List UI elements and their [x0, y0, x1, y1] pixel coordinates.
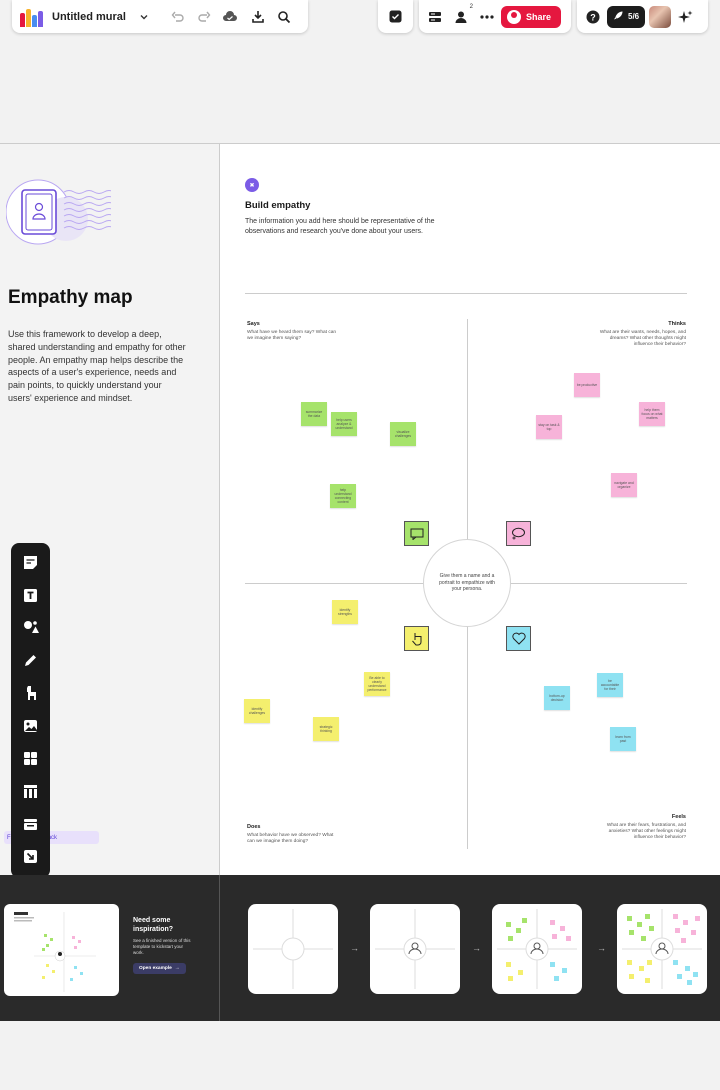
share-user-icon [507, 9, 521, 24]
tablet-illustration [6, 179, 111, 245]
sticky-note[interactable]: help understand connecting content [330, 484, 356, 508]
image-icon[interactable] [19, 715, 43, 738]
rocket-icon [613, 10, 624, 23]
more-icon[interactable] [477, 7, 497, 27]
members-icon[interactable]: 2 [451, 3, 473, 27]
page-title: Empathy map [8, 287, 133, 308]
undo-icon[interactable] [168, 7, 188, 27]
svg-text:?: ? [590, 12, 596, 22]
cloud-saved-icon[interactable] [220, 7, 240, 27]
sticky-note[interactable]: stay on task & top [536, 415, 562, 439]
thinks-label: Thinks [668, 321, 686, 327]
sticky-note[interactable]: identify strengths [332, 600, 358, 624]
sticky-note-icon[interactable] [19, 551, 43, 574]
pen-icon[interactable] [19, 649, 43, 672]
step-thumbnail-4[interactable] [617, 904, 707, 994]
area-icon[interactable] [19, 813, 43, 836]
example-thumbnail[interactable] [4, 904, 119, 996]
does-label: Does [247, 824, 261, 830]
sticky-note[interactable]: navigate and organize [611, 473, 637, 497]
arrow-right-icon: → [350, 943, 359, 953]
sticky-note[interactable]: strategic thinking [313, 717, 339, 741]
persona-circle[interactable]: Give them a name and a portrait to empat… [423, 539, 511, 627]
share-label: Share [526, 11, 552, 22]
sticky-note[interactable]: Be able to clearly understand performanc… [364, 672, 390, 696]
step-thumbnail-1[interactable] [248, 904, 338, 994]
sticky-note[interactable]: be productive [574, 373, 600, 397]
step-thumbnail-2[interactable] [370, 904, 460, 994]
sticky-note[interactable]: bottom-up decision [544, 686, 570, 710]
help-icon[interactable]: ? [583, 7, 603, 27]
step-thumbnail-3[interactable] [492, 904, 582, 994]
sticky-note[interactable]: learn from past [610, 727, 636, 751]
step-badge: ✖ [245, 178, 259, 192]
share-button[interactable]: Share [501, 5, 562, 28]
feels-description: What are their fears, frustrations, and … [606, 823, 686, 840]
feels-label: Feels [671, 814, 686, 820]
does-description: What behavior have we observed? What can… [247, 833, 334, 844]
members-count: 2 [469, 3, 473, 10]
strip-divider [219, 875, 220, 1021]
empathy-map-canvas: ✖ Build empathy The information you add … [220, 143, 720, 875]
search-icon[interactable] [274, 7, 294, 27]
speech-bubble-icon[interactable] [404, 521, 429, 546]
collaboration-toolbar: 2 Share [419, 0, 571, 33]
section-title: Build empathy [245, 200, 311, 211]
pointer-hand-icon[interactable] [404, 626, 429, 651]
onboarding-progress-button[interactable]: 5/6 [607, 5, 646, 28]
sticky-note[interactable]: be accountable for their [597, 673, 623, 697]
llama-icon[interactable] [19, 682, 43, 705]
creation-toolbar [11, 543, 50, 878]
mural-logo[interactable] [20, 7, 44, 27]
sticky-note[interactable]: identify challenges [244, 699, 270, 723]
arrow-right-icon: → [597, 943, 606, 953]
heart-icon[interactable] [506, 626, 531, 651]
templates-grid-icon[interactable] [19, 747, 43, 770]
says-label: Says [247, 321, 260, 327]
example-description: See a finished version of this template … [133, 938, 191, 955]
shapes-icon[interactable] [19, 616, 43, 639]
open-example-button[interactable]: Open example → [133, 963, 186, 974]
arrow-right-icon: → [472, 943, 481, 953]
outline-icon[interactable] [425, 7, 445, 27]
text-icon[interactable] [19, 584, 43, 607]
sparkle-ai-icon[interactable] [675, 7, 695, 27]
arrow-right-icon: → [174, 966, 180, 971]
checkbox-icon[interactable] [386, 7, 406, 27]
progress-label: 5/6 [628, 12, 640, 21]
section-divider [245, 293, 687, 294]
sticky-note[interactable]: visualize challenges [390, 422, 416, 446]
section-description: The information you add here should be r… [245, 218, 435, 235]
sticky-note[interactable]: help users analyze & understand [331, 412, 357, 436]
thinks-description: What are their wants, needs, hopes, and … [599, 330, 686, 347]
open-example-label: Open example [139, 966, 172, 971]
sticky-note[interactable]: help them focus on what matters [639, 402, 665, 426]
thought-bubble-icon[interactable] [506, 521, 531, 546]
import-icon[interactable] [19, 845, 43, 868]
task-toolbar [378, 0, 413, 33]
redo-icon[interactable] [194, 7, 214, 27]
says-description: What have we heard them say? What can we… [247, 330, 337, 341]
file-toolbar: Untitled mural [12, 0, 308, 33]
sticky-note[interactable]: summarize the data [301, 402, 327, 426]
mural-title[interactable]: Untitled mural [52, 11, 134, 23]
download-icon[interactable] [248, 7, 268, 27]
chevron-down-icon[interactable] [134, 7, 154, 27]
template-description: Use this framework to develop a deep, sh… [8, 329, 186, 403]
table-icon[interactable] [19, 780, 43, 803]
avatar[interactable] [649, 5, 672, 28]
help-toolbar: ? 5/6 [577, 0, 708, 33]
example-title: Need some inspiration? [133, 917, 174, 933]
